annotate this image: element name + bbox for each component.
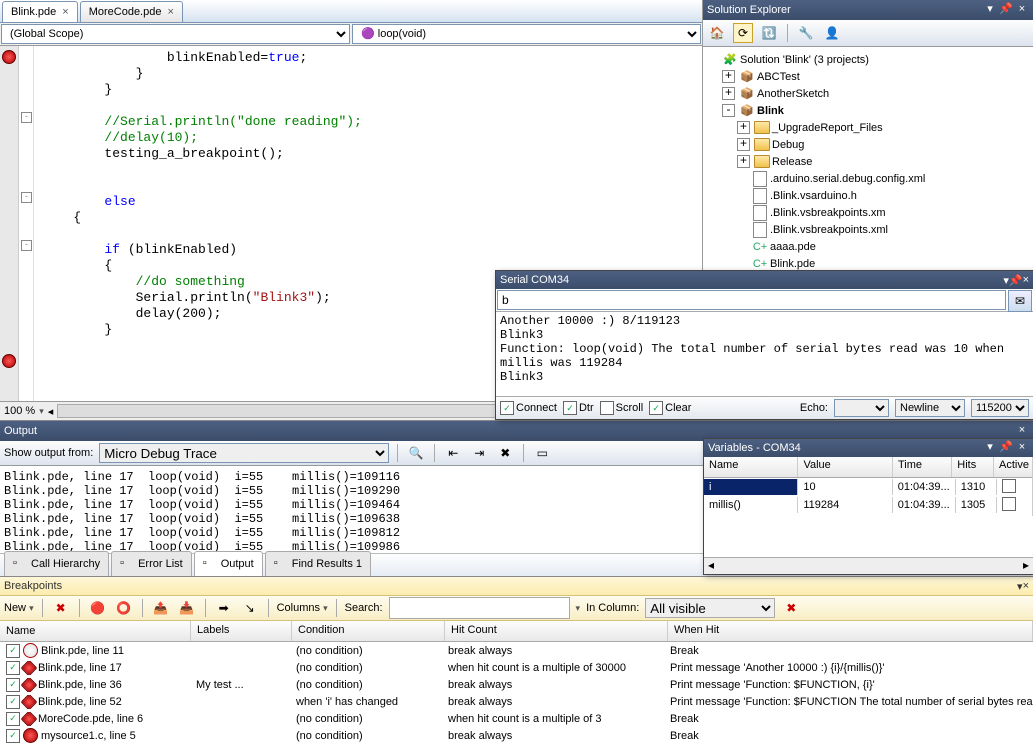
new-button[interactable]: New ▾ bbox=[4, 602, 34, 614]
close-icon[interactable]: × bbox=[1015, 441, 1029, 455]
solution-explorer-header: Solution Explorer ▾ 📌 × bbox=[703, 0, 1033, 20]
solution-explorer-toolbar: 🏠 ⟳ 🔃 🔧 👤 bbox=[703, 20, 1033, 47]
scope-bar: (Global Scope) 🟣 loop(void) bbox=[0, 23, 702, 46]
editor-tabs: Blink.pde×MoreCode.pde× bbox=[0, 0, 702, 23]
breakpoints-header: Breakpoints ▾ × bbox=[0, 577, 1033, 596]
close-icon[interactable]: × bbox=[1015, 3, 1029, 17]
bp-red-icon[interactable]: 🔴 bbox=[88, 598, 108, 618]
tree-node[interactable]: .Blink.vsarduino.h bbox=[703, 187, 1033, 204]
serial-title: Serial COM34 bbox=[500, 274, 1003, 286]
clear-icon[interactable]: ✖ bbox=[495, 443, 515, 463]
output-source-label: Show output from: bbox=[4, 447, 93, 459]
close-icon[interactable]: × bbox=[1015, 424, 1029, 438]
tree-node[interactable]: .Blink.vsbreakpoints.xm bbox=[703, 204, 1033, 221]
export-icon[interactable]: 📤 bbox=[151, 598, 171, 618]
variable-row[interactable]: millis()11928401:04:39...1305 bbox=[704, 496, 1033, 514]
next-icon[interactable]: ⇥ bbox=[469, 443, 489, 463]
goto2-icon[interactable]: ↘ bbox=[240, 598, 260, 618]
dtr-check[interactable]: ✓ Dtr bbox=[563, 401, 594, 415]
echo-label: Echo: bbox=[800, 402, 828, 414]
scope-left-select[interactable]: (Global Scope) bbox=[1, 24, 350, 44]
search-label: Search: bbox=[345, 602, 383, 614]
serial-send-button[interactable]: ✉ bbox=[1008, 290, 1032, 312]
close-icon[interactable]: × bbox=[1023, 274, 1029, 286]
tree-node[interactable]: +_UpgradeReport_Files bbox=[703, 119, 1033, 136]
variables-title: Variables - COM34 bbox=[708, 442, 981, 454]
close-icon[interactable]: × bbox=[1023, 580, 1029, 592]
pin-icon[interactable]: 📌 bbox=[999, 3, 1013, 17]
lineend-select[interactable]: Newline bbox=[895, 399, 965, 417]
tree-node[interactable]: +📦AnotherSketch bbox=[703, 85, 1033, 102]
tree-node[interactable]: +Release bbox=[703, 153, 1033, 170]
properties-icon[interactable]: 🔧 bbox=[796, 23, 816, 43]
bottom-tab[interactable]: ▫Output bbox=[194, 551, 263, 576]
clear-search-icon[interactable]: ✖ bbox=[781, 598, 801, 618]
connect-check[interactable]: ✓ Connect bbox=[500, 401, 557, 415]
refresh-icon[interactable]: ⟳ bbox=[733, 23, 753, 43]
close-icon[interactable]: × bbox=[62, 6, 68, 18]
prev-icon[interactable]: ⇤ bbox=[443, 443, 463, 463]
show-all-icon[interactable]: 👤 bbox=[822, 23, 842, 43]
dropdown-icon[interactable]: ▾ bbox=[983, 3, 997, 17]
breakpoint-row[interactable]: ✓Blink.pde, line 36My test ...(no condit… bbox=[0, 676, 1033, 693]
breakpoint-row[interactable]: ✓Blink.pde, line 52when 'i' has changedb… bbox=[0, 693, 1033, 710]
sync-icon[interactable]: 🔃 bbox=[759, 23, 779, 43]
breakpoint-row[interactable]: ✓Blink.pde, line 17(no condition)when hi… bbox=[0, 659, 1033, 676]
echo-select[interactable] bbox=[834, 399, 889, 417]
glyph-margin[interactable] bbox=[0, 46, 19, 401]
pin-icon[interactable]: 📌 bbox=[1009, 274, 1023, 287]
variable-row[interactable]: i1001:04:39...1310 bbox=[704, 478, 1033, 496]
zoom-level[interactable]: 100 % bbox=[4, 405, 35, 417]
dropdown-icon[interactable]: ▾ bbox=[983, 441, 997, 455]
clear-check[interactable]: ✓ Clear bbox=[649, 401, 691, 415]
in-column-select[interactable]: All visible bbox=[645, 598, 775, 618]
home-icon[interactable]: 🏠 bbox=[707, 23, 727, 43]
editor-tab[interactable]: MoreCode.pde× bbox=[80, 1, 183, 22]
tree-node[interactable]: .arduino.serial.debug.config.xml bbox=[703, 170, 1033, 187]
bp-disabled-icon[interactable]: ⭕ bbox=[114, 598, 134, 618]
breakpoint-row[interactable]: ✓mysource1.c, line 5(no condition)break … bbox=[0, 727, 1033, 744]
baud-select[interactable]: 115200 bbox=[971, 399, 1029, 417]
bottom-tab[interactable]: ▫Error List bbox=[111, 551, 192, 576]
bottom-tab[interactable]: ▫Find Results 1 bbox=[265, 551, 371, 576]
scope-right-select[interactable]: 🟣 loop(void) bbox=[352, 24, 701, 44]
tree-node[interactable]: +Debug bbox=[703, 136, 1033, 153]
in-column-label: In Column: bbox=[586, 602, 639, 614]
editor-tab[interactable]: Blink.pde× bbox=[2, 1, 78, 22]
bottom-tab[interactable]: ▫Call Hierarchy bbox=[4, 551, 109, 576]
breakpoint-row[interactable]: ✓Blink.pde, line 11(no condition)break a… bbox=[0, 642, 1033, 659]
tree-node[interactable]: +📦ABCTest bbox=[703, 68, 1033, 85]
search-input[interactable] bbox=[389, 597, 570, 619]
columns-button[interactable]: Columns ▾ bbox=[277, 602, 328, 614]
delete-icon[interactable]: ✖ bbox=[51, 598, 71, 618]
close-icon[interactable]: × bbox=[167, 6, 173, 18]
goto-icon[interactable]: ➡ bbox=[214, 598, 234, 618]
wrap-icon[interactable]: ▭ bbox=[532, 443, 552, 463]
import-icon[interactable]: 📥 bbox=[177, 598, 197, 618]
find-icon[interactable]: 🔍 bbox=[406, 443, 426, 463]
serial-output[interactable]: Another 10000 :) 8/119123 Blink3 Functio… bbox=[496, 312, 1033, 396]
tree-node[interactable]: C+aaaa.pde bbox=[703, 238, 1033, 255]
pin-icon[interactable]: 📌 bbox=[999, 441, 1013, 455]
breakpoint-row[interactable]: ✓MoreCode.pde, line 6(no condition)when … bbox=[0, 710, 1033, 727]
fold-margin[interactable]: - - - bbox=[19, 46, 34, 401]
output-source-select[interactable]: Micro Debug Trace bbox=[99, 443, 389, 463]
serial-input[interactable] bbox=[497, 290, 1006, 310]
breakpoints-toolbar: New ▾ ✖ 🔴 ⭕ 📤 📥 ➡ ↘ Columns ▾ Search: ▾ … bbox=[0, 596, 1033, 621]
tree-node[interactable]: .Blink.vsbreakpoints.xml bbox=[703, 221, 1033, 238]
tree-node[interactable]: -📦Blink bbox=[703, 102, 1033, 119]
serial-panel: Serial COM34 ▾ 📌 × ✉ Another 10000 :) 8/… bbox=[495, 270, 1033, 420]
variables-panel: Variables - COM34 ▾ 📌 × NameValueTimeHit… bbox=[703, 438, 1033, 575]
scroll-check[interactable]: Scroll bbox=[600, 401, 644, 415]
